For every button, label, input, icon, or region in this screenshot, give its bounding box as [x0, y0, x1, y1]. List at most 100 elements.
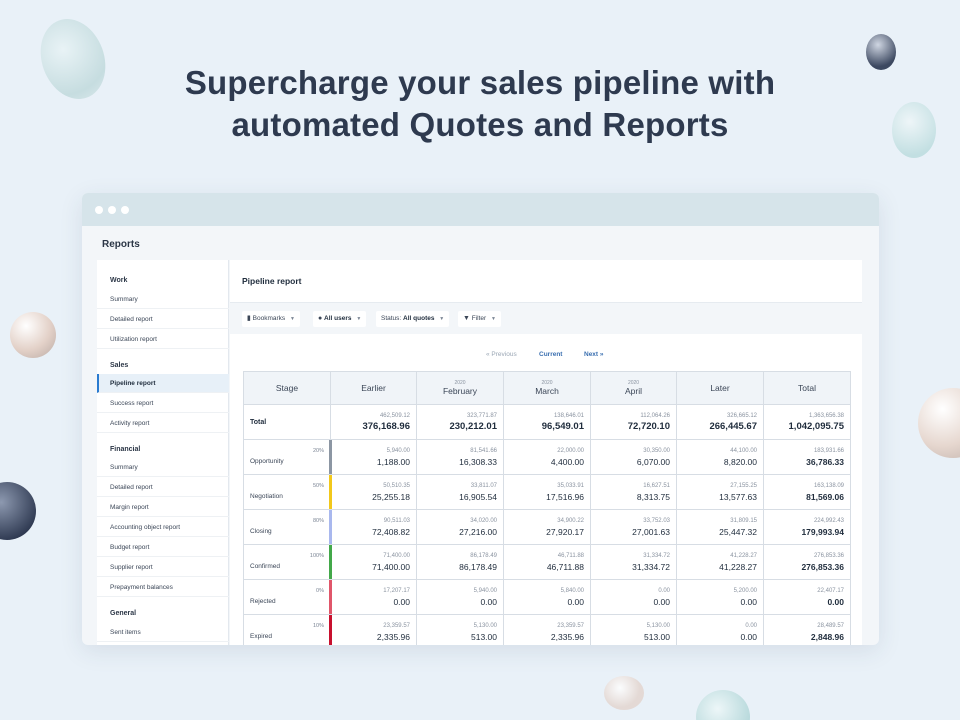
- total-row-label: Total: [243, 404, 331, 440]
- filter-icon: ▼: [463, 315, 470, 322]
- sidebar-item-financial-summary[interactable]: Summary: [97, 458, 229, 477]
- column-header-april: 2020 April: [590, 371, 677, 405]
- value-cell: 86,178.49 86,178.49: [416, 544, 504, 580]
- value-cell: 5,130.00 513.00: [416, 614, 504, 645]
- value-cell: 5,940.00 1,188.00: [330, 439, 417, 475]
- value-cell: 33,752.03 27,001.63: [590, 509, 677, 545]
- stage-name: Closing: [250, 528, 272, 535]
- stage-name: Opportunity: [250, 458, 284, 465]
- decorative-sphere: [604, 676, 644, 710]
- sidebar-heading-work: Work: [110, 277, 128, 284]
- chevron-down-icon: ▼: [356, 316, 362, 322]
- stage-name: Rejected: [250, 598, 276, 605]
- sidebar-item-margin-report[interactable]: Margin report: [97, 498, 229, 517]
- value-cell: 16,627.51 8,313.75: [590, 474, 677, 510]
- value-cell: 50,510.35 25,255.18: [330, 474, 417, 510]
- headline-line-2: automated Quotes and Reports: [231, 106, 729, 143]
- stage-color-bar: [329, 510, 332, 544]
- pager-previous-link[interactable]: « Previous: [486, 351, 517, 358]
- value-cell: 0.00 0.00: [676, 614, 764, 645]
- users-dropdown[interactable]: ● All users ▼: [313, 311, 367, 327]
- report-title: Pipeline report: [242, 276, 302, 286]
- window-dot-icon: [121, 206, 129, 214]
- sidebar-item-detailed-report[interactable]: Detailed report: [97, 310, 229, 329]
- value-cell: 0.00 0.00: [590, 579, 677, 615]
- value-cell: 23,359.57 2,335.96: [330, 614, 417, 645]
- total-cell: 112,064.26 72,720.10: [590, 404, 677, 440]
- table-header-row: Stage Earlier 2020 February 2020 March 202…: [243, 371, 851, 405]
- value-cell: 34,900.22 27,920.17: [503, 509, 591, 545]
- sidebar-item-sent-items[interactable]: Sent items: [97, 623, 229, 642]
- total-cell: 138,646.01 96,549.01: [503, 404, 591, 440]
- stage-color-bar: [329, 440, 332, 474]
- sidebar-item-budget-report[interactable]: Budget report: [97, 538, 229, 557]
- sidebar: Work Summary Detailed report Utilization…: [97, 260, 229, 645]
- value-cell: 44,100.00 8,820.00: [676, 439, 764, 475]
- stage-cell: 10% Expired: [243, 614, 332, 645]
- sidebar-item-supplier-report[interactable]: Supplier report: [97, 558, 229, 577]
- sidebar-item-success-report[interactable]: Success report: [97, 394, 229, 413]
- total-cell: 326,665.12 266,445.67: [676, 404, 764, 440]
- sidebar-item-accounting-object-report[interactable]: Accounting object report: [97, 518, 229, 537]
- value-cell: 17,207.17 0.00: [330, 579, 417, 615]
- stage-name: Negotiation: [250, 493, 283, 500]
- total-cell: 1,363,656.38 1,042,095.75: [763, 404, 851, 440]
- value-cell: 90,511.03 72,408.82: [330, 509, 417, 545]
- chevron-down-icon: ▼: [491, 316, 496, 322]
- app-window: Reports Work Summary Detailed report Uti…: [82, 193, 879, 645]
- decorative-sphere: [918, 388, 960, 458]
- table-row-total: Total 462,509.12 376,168.96 323,771.87 230…: [243, 404, 851, 440]
- sidebar-item-financial-detailed-report[interactable]: Detailed report: [97, 478, 229, 497]
- table-body: Total 462,509.12 376,168.96 323,771.87 230…: [243, 404, 851, 645]
- stage-probability: 20%: [312, 448, 324, 454]
- column-header-later: Later: [676, 371, 764, 405]
- pipeline-table: Stage Earlier 2020 February 2020 March 202…: [243, 371, 851, 645]
- filter-dropdown[interactable]: ▼ Filter ▼: [458, 311, 501, 327]
- stage-color-bar: [329, 580, 332, 614]
- value-cell: 33,811.07 16,905.54: [416, 474, 504, 510]
- pager-next-link[interactable]: Next »: [584, 351, 604, 358]
- value-cell: 41,228.27 41,228.27: [676, 544, 764, 580]
- sidebar-heading-financial: Financial: [110, 446, 141, 453]
- stage-color-bar: [329, 615, 332, 645]
- bookmark-icon: ▮: [247, 315, 251, 322]
- table-row: 100% Confirmed 71,400.00 71,400.00 86,178.49…: [243, 544, 851, 580]
- sidebar-item-pipeline-report[interactable]: Pipeline report: [97, 374, 229, 393]
- sidebar-item-prepayment-balances[interactable]: Prepayment balances: [97, 578, 229, 597]
- status-label: Status:: [381, 315, 402, 322]
- column-header-total: Total: [763, 371, 851, 405]
- row-total-cell: 183,931.66 36,786.33: [763, 439, 851, 475]
- stage-probability: 0%: [316, 588, 324, 594]
- sidebar-item-utilization-report[interactable]: Utilization report: [97, 330, 229, 349]
- decorative-sphere: [0, 482, 36, 540]
- bookmarks-label: Bookmarks: [252, 315, 286, 322]
- value-cell: 23,359.57 2,335.96: [503, 614, 591, 645]
- value-cell: 31,809.15 25,447.32: [676, 509, 764, 545]
- status-value: All quotes: [403, 315, 435, 322]
- stage-cell: 0% Rejected: [243, 579, 332, 615]
- row-total-cell: 163,138.09 81,569.06: [763, 474, 851, 510]
- stage-probability: 50%: [312, 483, 324, 489]
- row-total-cell: 224,992.43 179,993.94: [763, 509, 851, 545]
- value-cell: 5,200.00 0.00: [676, 579, 764, 615]
- user-icon: ●: [318, 315, 323, 322]
- value-cell: 5,940.00 0.00: [416, 579, 504, 615]
- sidebar-item-activity-report[interactable]: Activity report: [97, 414, 229, 433]
- value-cell: 5,840.00 0.00: [503, 579, 591, 615]
- stage-probability: 80%: [312, 518, 324, 524]
- table-row: 0% Rejected 17,207.17 0.00 5,940.00 0.00 5,840…: [243, 579, 851, 615]
- column-header-stage: Stage: [243, 371, 331, 405]
- headline: Supercharge your sales pipeline with aut…: [0, 62, 960, 146]
- column-header-february: 2020 February: [416, 371, 504, 405]
- status-dropdown[interactable]: Status: All quotes ▼: [376, 311, 450, 327]
- stage-cell: 20% Opportunity: [243, 439, 332, 475]
- pager-current-link[interactable]: Current: [539, 351, 562, 358]
- window-dot-icon: [95, 206, 103, 214]
- sidebar-item-summary[interactable]: Summary: [97, 290, 229, 309]
- column-header-march: 2020 March: [503, 371, 591, 405]
- bookmarks-dropdown[interactable]: ▮ Bookmarks ▼: [242, 311, 300, 327]
- table-row: 20% Opportunity 5,940.00 1,188.00 81,541.66 1…: [243, 439, 851, 475]
- total-cell: 462,509.12 376,168.96: [330, 404, 417, 440]
- total-cell: 323,771.87 230,212.01: [416, 404, 504, 440]
- table-row: 80% Closing 90,511.03 72,408.82 34,020.00 27,…: [243, 509, 851, 545]
